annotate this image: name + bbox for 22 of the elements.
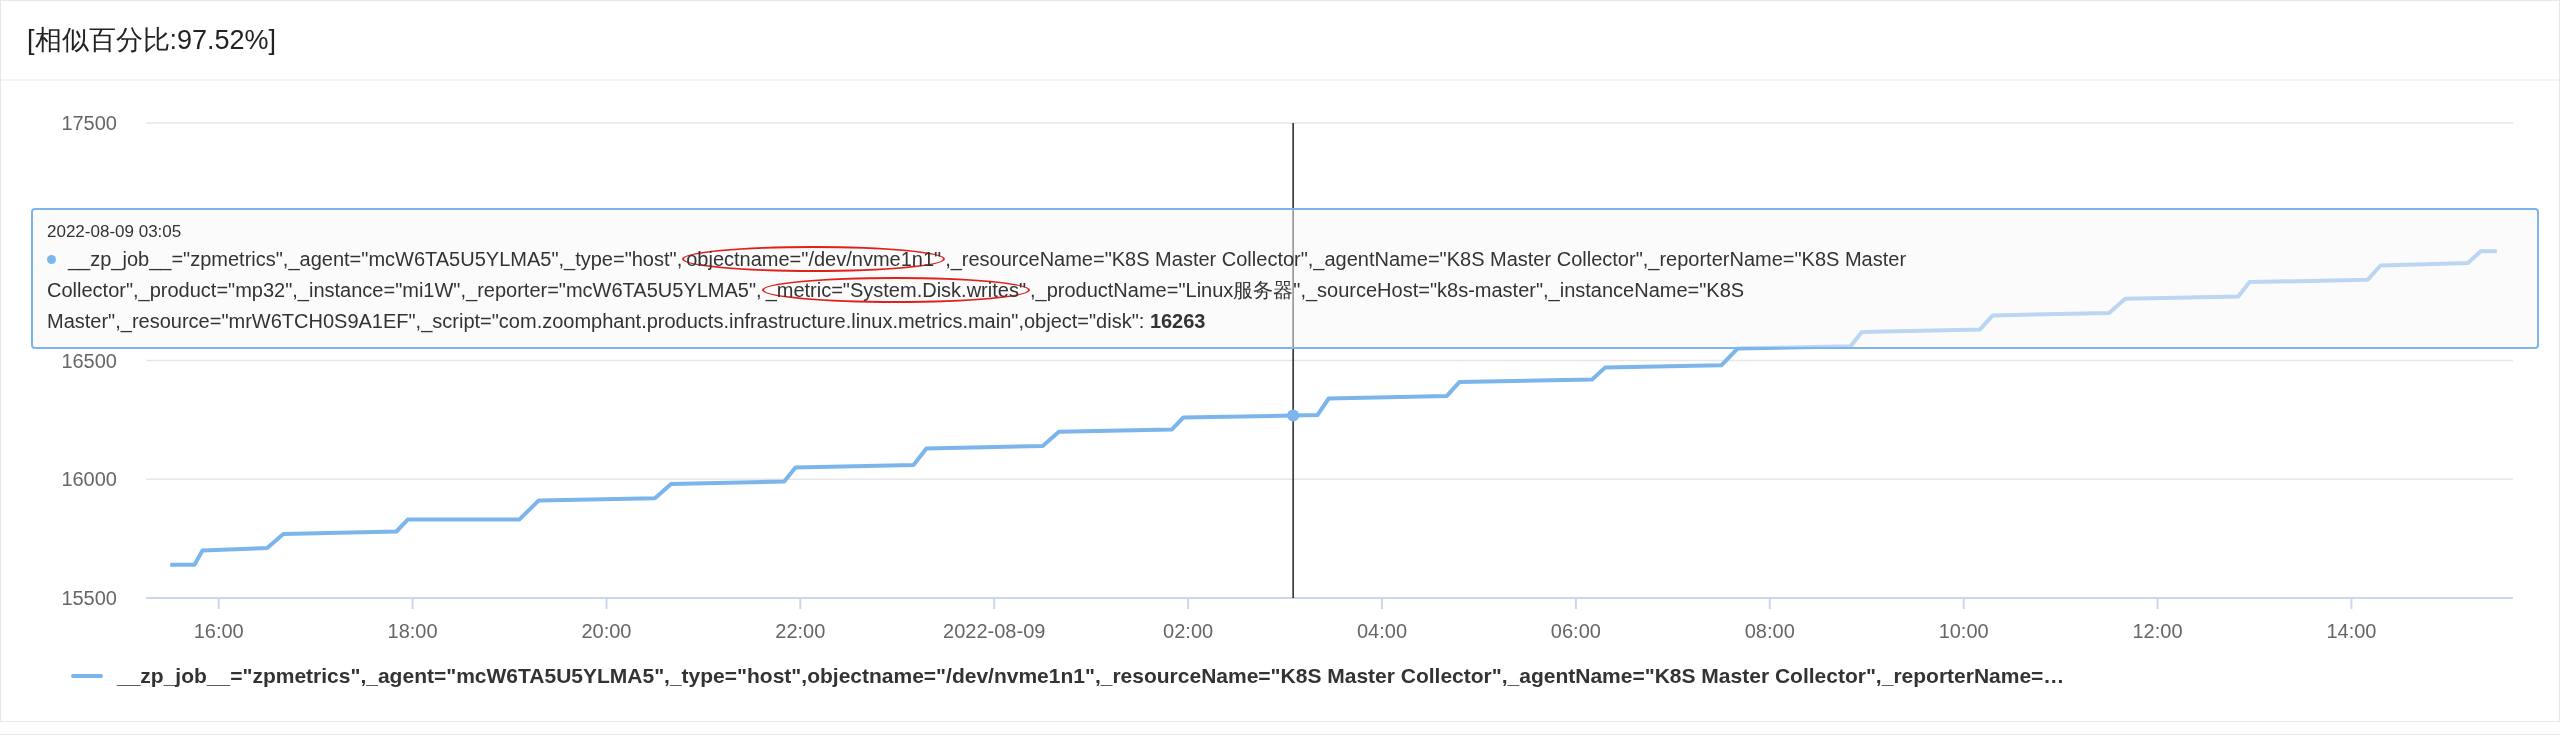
tooltip-text: __zp_job__="zpmetrics",_agent="mcW6TA5U5YLMA5",_type="host", objectname="/dev/nvme1n1" ,_resourceName="K8S Master Collector",_agentName="K8S Master Collector",_reporterName="K8S Master Collector",_product="mp32",_instance="mi1W",_reporter="mcW6TA5U5YLMA5", _metric="System.Disk.writes" ,_productName="Linux服务器",_sourceHost="k8s-master",_instanceName="K8S Master",_resource="mrW6TCH0S9A1EF",_script="com.zoomphant.products.infrastructure.linux.metrics.main",object="disk": 16263: [47, 245, 1908, 335]
axis-label: 17500: [61, 112, 117, 134]
axis-label: 12:00: [2132, 620, 2183, 641]
axis-label: 22:00: [775, 620, 826, 641]
axis-label: 08:00: [1744, 620, 1795, 641]
axis-label: 20:00: [581, 620, 632, 641]
axis-label: 16:00: [193, 620, 244, 641]
hover-dot: [1287, 409, 1300, 422]
axis-label: 10:00: [1938, 620, 1989, 641]
axis-label: 18:00: [387, 620, 438, 641]
axis-label: 16500: [61, 349, 117, 372]
legend-line-icon: [71, 674, 103, 678]
axis-label: 14:00: [2326, 620, 2377, 641]
tooltip-date: 2022-08-09 03:05: [47, 221, 182, 243]
axis-label: 15500: [61, 587, 117, 609]
axis-label: 16000: [61, 468, 117, 491]
axis-label: 2022-08-09: [943, 620, 1046, 641]
axis-label: 04:00: [1357, 620, 1408, 641]
legend-item[interactable]: __zp_job__="zpmetrics",_agent="mcW6TA5U5YLMA5",_type="host",objectname="/dev/nvme1n1",_resourceName="K8S Master Collector",_agentName="K8S Master Collector",_reporterName=…: [117, 660, 2065, 692]
panel-title: [相似百分比:97.52%]: [27, 23, 277, 57]
axis-label: 06:00: [1550, 620, 1601, 641]
axis-label: 02:00: [1163, 620, 1214, 641]
